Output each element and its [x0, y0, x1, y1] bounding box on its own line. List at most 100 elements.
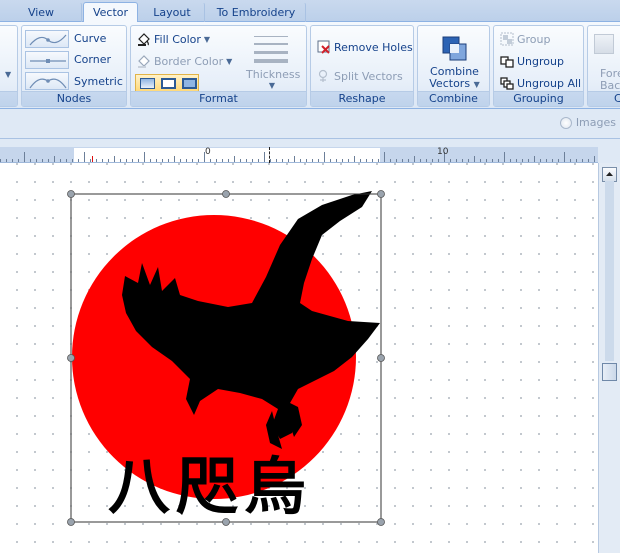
- ruler-cursor-marker: [269, 147, 270, 163]
- ruler-tick: [474, 156, 475, 162]
- tab-vector-label: Vector: [92, 6, 129, 19]
- ruler-tick: [342, 159, 343, 162]
- reshape-group-label: Reshape: [311, 91, 413, 106]
- toolbar-gap: [0, 139, 620, 147]
- ribbon: ▼ Curve Corner Symetric Nodes Fill Color…: [0, 22, 620, 109]
- ruler-tick: [384, 152, 385, 162]
- ruler-tick: [324, 152, 325, 162]
- ruler-tick: [588, 159, 589, 162]
- ruler-tick: [180, 159, 181, 162]
- ruler-tick: [282, 159, 283, 162]
- symetric-node-icon[interactable]: [25, 72, 69, 90]
- fill-gradient-icon[interactable]: [140, 78, 155, 89]
- border-color-button[interactable]: Border Color ▼: [137, 54, 232, 68]
- forward-backward-button[interactable]: Fore Back: [600, 68, 620, 92]
- ruler-tick: [48, 159, 49, 162]
- ruler-tick: [318, 159, 319, 162]
- ruler-tick: [234, 156, 235, 162]
- corner-node-icon[interactable]: [25, 51, 69, 69]
- fill-color-button[interactable]: Fill Color ▼: [137, 32, 210, 46]
- ruler-tick: [30, 159, 31, 162]
- artwork-svg[interactable]: 八咫烏: [0, 163, 598, 553]
- tab-to-embroidery[interactable]: To Embroidery: [206, 2, 306, 22]
- curve-node-icon[interactable]: [25, 30, 69, 48]
- ruler-tick: [42, 159, 43, 162]
- split-vectors-icon: [318, 69, 328, 82]
- images-option[interactable]: Images: [559, 116, 616, 129]
- chevron-down-icon: ▼: [226, 56, 233, 66]
- ruler-tick: [156, 159, 157, 162]
- ruler-tick: [312, 159, 313, 162]
- ruler-tick: [540, 159, 541, 162]
- format-group-label: Format: [131, 91, 306, 106]
- thickness-button[interactable]: Thickness ▼: [246, 32, 300, 90]
- ruler-tick: [132, 159, 133, 162]
- tab-to-embroidery-label: To Embroidery: [216, 6, 296, 19]
- ruler-tick: [90, 159, 91, 162]
- ruler-tick: [12, 159, 13, 162]
- chevron-down-icon: ▼: [268, 81, 276, 90]
- ruler-tick: [240, 159, 241, 162]
- border-only-icon[interactable]: [161, 78, 176, 89]
- ruler-tick: [18, 159, 19, 162]
- tab-layout-label: Layout: [153, 6, 191, 19]
- combine-group-label: Combine: [418, 91, 489, 106]
- ribbon-group-combine: Combine Vectors ▼ Combine: [417, 25, 490, 107]
- scroll-up-button[interactable]: [602, 167, 617, 182]
- ruler-tick: [108, 159, 109, 162]
- ruler-tick: [138, 159, 139, 162]
- ruler-tick: [216, 159, 217, 162]
- ruler-tick: [24, 152, 25, 162]
- split-vectors-button[interactable]: Split Vectors: [317, 69, 403, 83]
- grouping-group-label: Grouping: [494, 91, 583, 106]
- remove-holes-button[interactable]: Remove Holes: [317, 40, 413, 54]
- corner-button[interactable]: Corner: [74, 53, 111, 66]
- images-radio[interactable]: [559, 116, 572, 129]
- ruler-tick: [366, 159, 367, 162]
- ruler-tick: [186, 159, 187, 162]
- tab-vector[interactable]: Vector: [83, 2, 138, 23]
- scroll-track[interactable]: [605, 181, 614, 361]
- ruler-tick: [462, 159, 463, 162]
- ruler-tick: [36, 159, 37, 162]
- ungroup-icon: [500, 56, 514, 68]
- fill-style-selector: [135, 74, 199, 92]
- ruler-label-0: 0: [205, 147, 211, 157]
- ruler-tick: [252, 159, 253, 162]
- ruler-tick: [516, 159, 517, 162]
- ribbon-group-reshape: Remove Holes Split Vectors Reshape: [310, 25, 414, 107]
- line-thickness-icon: [254, 36, 288, 63]
- combine-vectors-button[interactable]: Combine Vectors ▼: [418, 30, 491, 90]
- tab-view[interactable]: View: [0, 2, 82, 22]
- options-bar: Images: [0, 109, 620, 139]
- scroll-thumb[interactable]: [602, 363, 617, 381]
- ruler-tick: [522, 159, 523, 162]
- ruler-tick: [552, 159, 553, 162]
- chevron-down-icon[interactable]: ▼: [5, 70, 11, 79]
- symetric-button[interactable]: Symetric: [74, 75, 123, 88]
- ruler-tick: [558, 159, 559, 162]
- ruler-tick: [426, 159, 427, 162]
- ruler-tick: [306, 159, 307, 162]
- ribbon-group-partial-left: ▼: [0, 25, 18, 107]
- ruler-tick: [570, 159, 571, 162]
- fill-and-border-icon[interactable]: [182, 78, 197, 89]
- combine-label-line2: Vectors ▼: [429, 77, 480, 90]
- ruler-tick: [408, 159, 409, 162]
- group-button[interactable]: Group: [500, 32, 551, 46]
- ungroup-button[interactable]: Ungroup: [500, 54, 564, 68]
- ruler-tick: [6, 159, 7, 162]
- ungroup-all-button[interactable]: Ungroup All: [500, 76, 581, 90]
- tab-layout[interactable]: Layout: [139, 2, 205, 22]
- ruler-tick: [456, 159, 457, 162]
- ruler-tick: [432, 159, 433, 162]
- vertical-scrollbar[interactable]: [598, 163, 620, 553]
- ruler-tick: [54, 156, 55, 162]
- ruler-tick: [372, 159, 373, 162]
- ruler-tick: [114, 156, 115, 162]
- ruler-tick: [498, 159, 499, 162]
- curve-button[interactable]: Curve: [74, 32, 106, 45]
- ruler-tick: [414, 156, 415, 162]
- ruler-tick: [546, 159, 547, 162]
- design-canvas[interactable]: 八咫烏: [0, 163, 598, 553]
